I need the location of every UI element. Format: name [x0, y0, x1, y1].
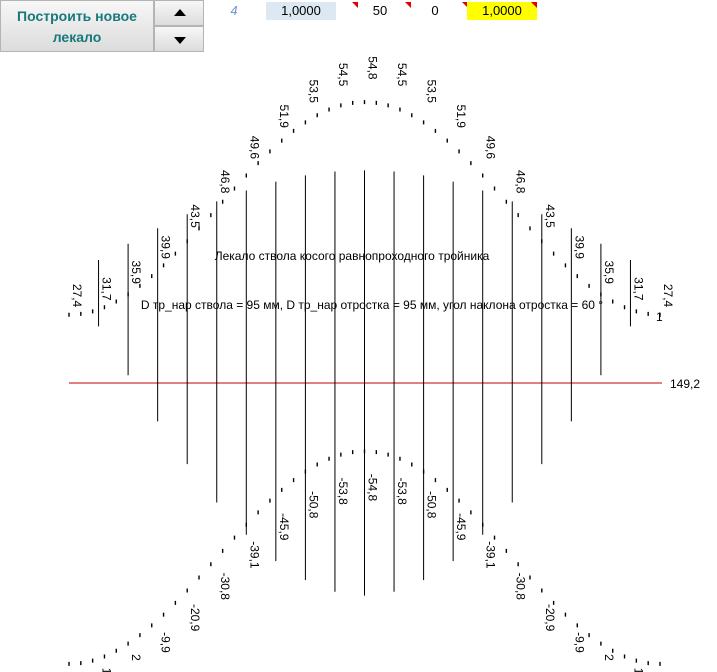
lower-value-label: -53,8 [395, 477, 409, 505]
lower-value-label: -30,8 [218, 573, 232, 601]
upper-value-label: 51,9 [454, 105, 468, 129]
upper-value-label: 31,7 [100, 277, 114, 301]
upper-value-label: 46,8 [513, 170, 527, 194]
upper-value-label: 54,5 [395, 63, 409, 87]
upper-value-label: 53,5 [306, 80, 320, 104]
lower-value-label: -20,9 [543, 604, 557, 632]
baseline-label: 149,2 [670, 377, 700, 391]
lower-value-label: -53,8 [336, 477, 350, 505]
upper-value-label: 35,9 [602, 261, 616, 285]
lower-value-label: 2 [129, 654, 143, 661]
upper-value-label: 46,8 [218, 170, 232, 194]
lower-value-label: -45,9 [277, 513, 291, 541]
upper-value-label: 39,9 [572, 236, 586, 260]
chart-title: Лекало ствола косого равнопроходного тро… [215, 249, 490, 263]
upper-value-label: 54,5 [336, 63, 350, 87]
lower-value-label: 14,6 [100, 668, 114, 672]
upper-value-label: 27,4 [70, 284, 84, 308]
lower-value-label: -20,9 [188, 604, 202, 632]
upper-value-label: 49,6 [247, 136, 261, 160]
upper-value-label: 27,4 [661, 284, 675, 308]
upper-value-label: 51,9 [277, 105, 291, 129]
lower-value-label: -30,8 [513, 573, 527, 601]
upper-value-label: 43,5 [543, 204, 557, 228]
lower-value-label: -39,1 [247, 541, 261, 569]
lower-value-label: -9,9 [159, 632, 173, 653]
chart-subtitle: D тр_нар ствола = 95 мм, D тр_нар отрост… [141, 298, 603, 312]
lower-value-label: -50,8 [425, 491, 439, 519]
upper-value-label: 31,7 [631, 277, 645, 301]
lower-value-label: 14,6 [631, 668, 645, 672]
lower-value-label: -45,9 [454, 513, 468, 541]
lower-value-label: -9,9 [572, 632, 586, 653]
lower-value-label: 2 [602, 654, 616, 661]
upper-value-label: 39,9 [159, 236, 173, 260]
template-chart: 27,4 27,4 31,7 14,6 35,9 2 39,9 -9,9 43,5 -20,9 46… [68, 56, 700, 672]
end-label: 1 [656, 310, 663, 324]
lower-value-label: -50,8 [306, 491, 320, 519]
upper-value-label: 49,6 [484, 136, 498, 160]
lower-value-label: -39,1 [484, 541, 498, 569]
upper-value-label: 43,5 [188, 204, 202, 228]
upper-value-label: 54,8 [366, 56, 380, 80]
upper-value-label: 35,9 [129, 261, 143, 285]
lower-value-label: -54,8 [366, 474, 380, 502]
upper-value-label: 53,5 [425, 80, 439, 104]
